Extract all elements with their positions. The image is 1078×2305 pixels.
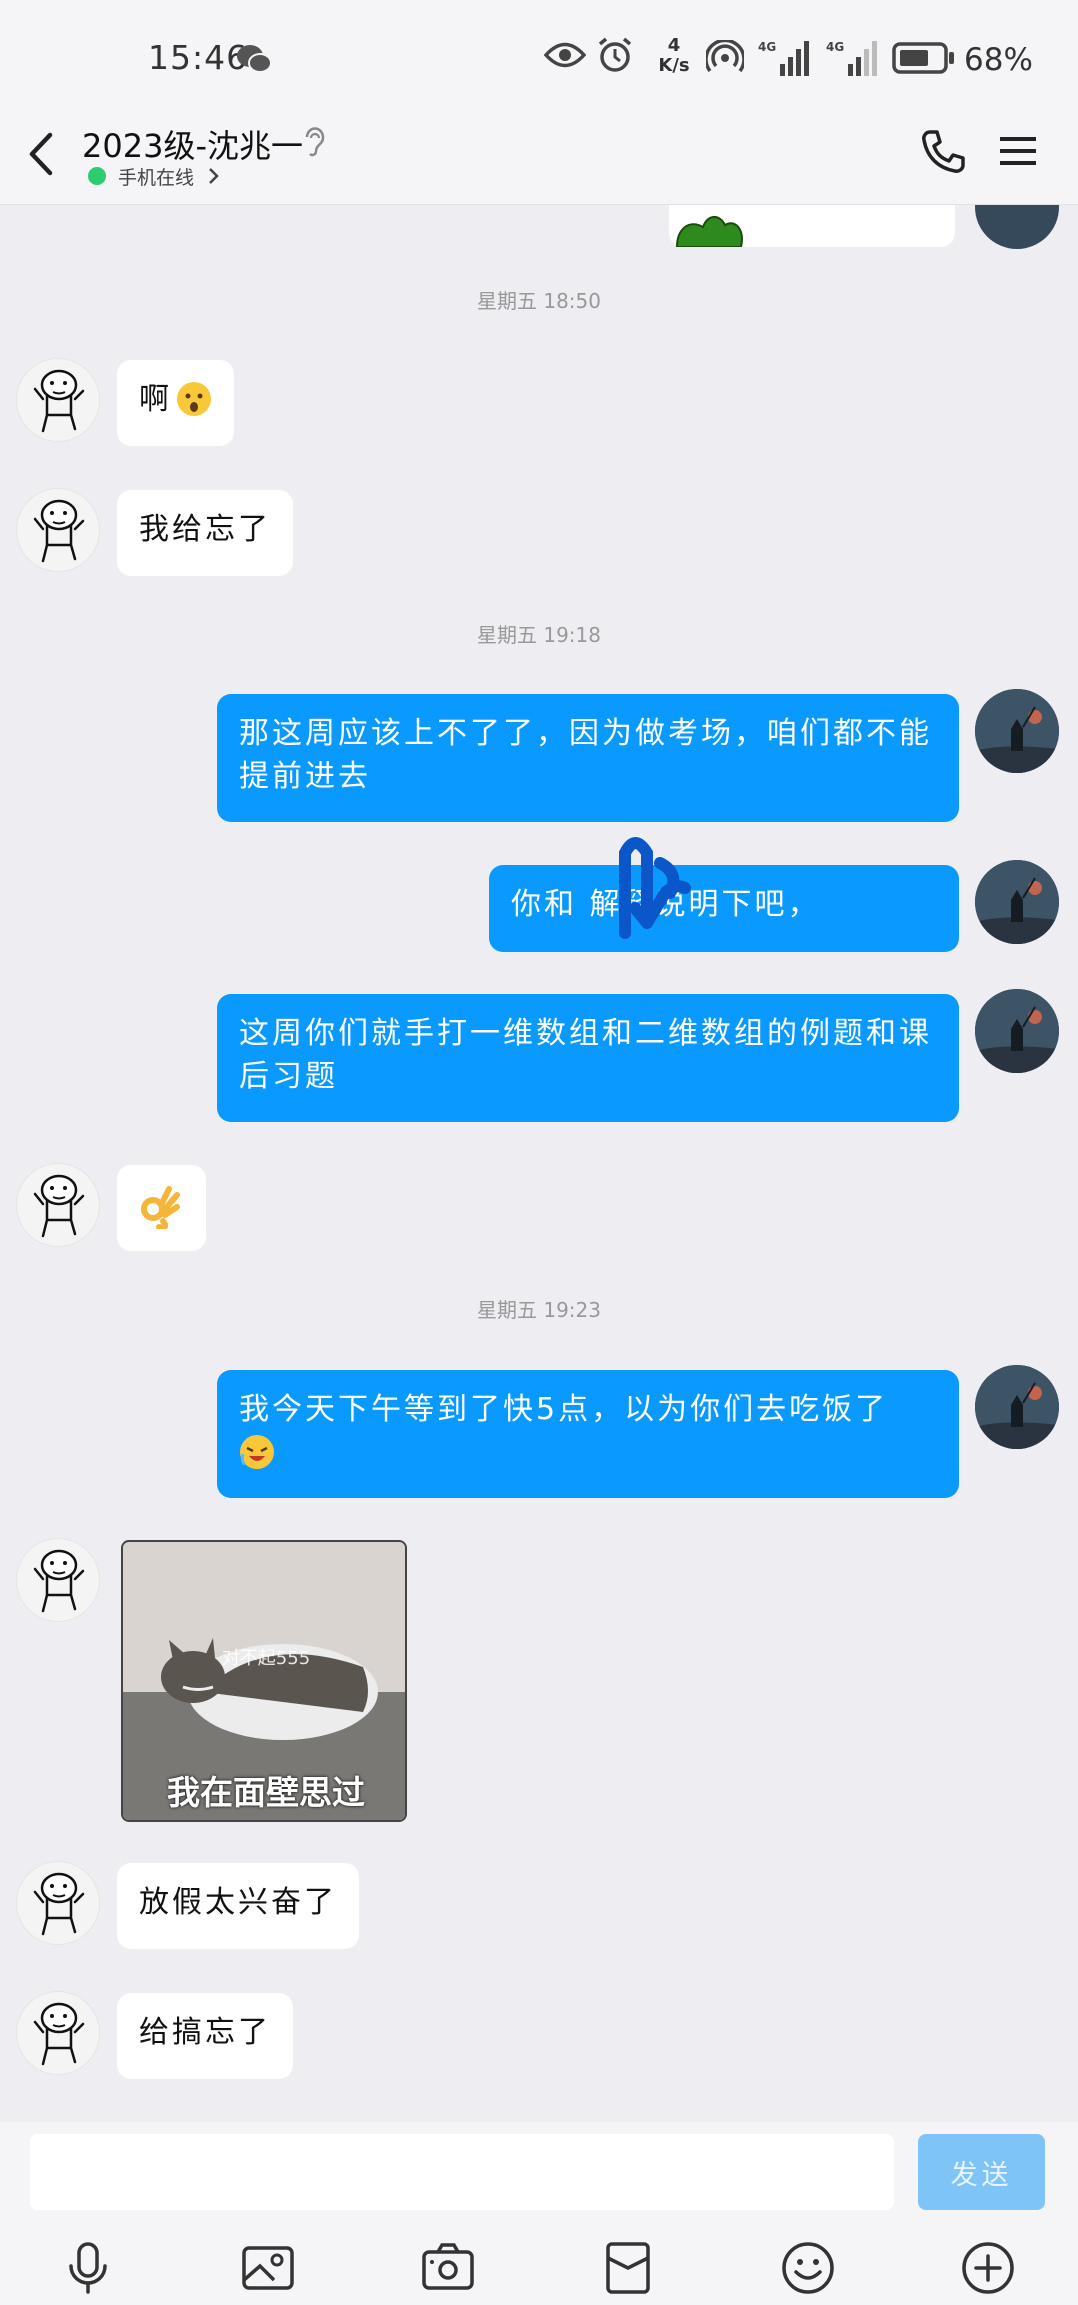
red-packet-icon[interactable] [600, 2240, 656, 2296]
online-status-dot [88, 167, 106, 185]
timestamp: 星期五 18:50 [477, 289, 601, 313]
message-in[interactable]: 放假太兴奋了 [117, 1863, 359, 1949]
avatar-contact[interactable] [16, 1163, 100, 1247]
back-arrow-icon[interactable] [22, 129, 58, 179]
avatar-contact[interactable] [16, 1538, 100, 1622]
camera-icon[interactable] [420, 2240, 476, 2296]
sticker-caption: 我在面壁思过 [167, 1773, 365, 1812]
emoji-icon[interactable] [780, 2240, 836, 2296]
avatar-contact[interactable] [16, 1991, 100, 2075]
signal-icon-1 [780, 41, 809, 76]
chevron-right-icon[interactable] [206, 167, 220, 185]
message-in[interactable]: 啊 [117, 360, 234, 446]
message-in[interactable]: 给搞忘了 [117, 1993, 293, 2079]
ear-icon[interactable] [302, 125, 328, 159]
net-speed: 4 K/s [658, 35, 690, 76]
message-out[interactable]: 你和 解释说明下吧， [489, 865, 959, 952]
warrior-avatar-icon [975, 989, 1059, 1073]
message-out[interactable]: 那这周应该上不了了，因为做考场，咱们都不能提前进去 [217, 694, 959, 822]
avatar-contact[interactable] [16, 358, 100, 442]
message-out[interactable]: 这周你们就手打一维数组和二维数组的例题和课后习题 [217, 994, 959, 1122]
chat-header: 2023级-沈兆一 手机在线 [0, 115, 1078, 205]
hotspot-icon [706, 40, 744, 73]
status-bar: 15:46 4 K/s 4G 4G 68% [0, 0, 1078, 115]
avatar-self[interactable] [975, 860, 1059, 944]
avatar-contact[interactable] [16, 488, 100, 572]
avatar-self[interactable] [975, 689, 1059, 773]
contact-name[interactable]: 2023级-沈兆一 [82, 121, 303, 167]
laughing-face-icon [240, 1435, 274, 1469]
battery-percent: 68% [964, 42, 1033, 78]
message-in[interactable]: 我给忘了 [117, 490, 293, 576]
doodle-avatar-icon [33, 2002, 85, 2066]
signal-icon-2 [848, 41, 877, 76]
partial-image-message[interactable] [669, 205, 955, 247]
menu-icon[interactable] [998, 133, 1038, 169]
timestamp: 星期五 19:23 [477, 1298, 601, 1322]
eye-icon [544, 42, 586, 68]
battery-icon [892, 42, 954, 74]
alarm-icon [598, 37, 632, 72]
scribble-overlay [619, 837, 691, 939]
warrior-avatar-icon [975, 1365, 1059, 1449]
avatar-self[interactable] [975, 989, 1059, 1073]
avatar-self[interactable] [975, 205, 1059, 249]
doodle-avatar-icon [33, 1174, 85, 1238]
doodle-avatar-icon [33, 369, 85, 433]
microphone-icon[interactable] [60, 2240, 116, 2296]
message-list[interactable]: 星期五 18:50 啊 我给忘了 星期五 19:18 那这周应该上不了了，因为做… [0, 205, 1078, 2122]
image-icon[interactable] [240, 2240, 296, 2296]
doodle-avatar-icon [33, 1872, 85, 1936]
online-status[interactable]: 手机在线 [118, 163, 194, 190]
plus-icon[interactable] [960, 2240, 1016, 2296]
timestamp: 星期五 19:18 [477, 623, 601, 647]
doodle-avatar-icon [33, 499, 85, 563]
send-button[interactable]: 发送 [918, 2134, 1045, 2210]
message-in[interactable] [117, 1165, 206, 1251]
message-out[interactable]: 我今天下午等到了快5点，以为你们去吃饭了 [217, 1370, 959, 1498]
avatar-self[interactable] [975, 1365, 1059, 1449]
sticker-image[interactable]: 对不起555 我在面壁思过 [121, 1540, 407, 1822]
sticker-subtext: 对不起555 [221, 1648, 311, 1669]
input-bar: 发送 [0, 2122, 1078, 2305]
phone-call-icon[interactable] [918, 127, 968, 177]
message-input[interactable] [30, 2134, 894, 2210]
ok-hand-icon [141, 1186, 180, 1231]
warrior-avatar-icon [975, 689, 1059, 773]
wechat-notification-icon [237, 45, 272, 73]
warrior-avatar-icon [975, 860, 1059, 944]
status-time: 15:46 [148, 38, 249, 77]
sticker-icon [675, 216, 743, 247]
surprised-face-icon [177, 382, 211, 416]
avatar-contact[interactable] [16, 1861, 100, 1945]
doodle-avatar-icon [33, 1549, 85, 1613]
